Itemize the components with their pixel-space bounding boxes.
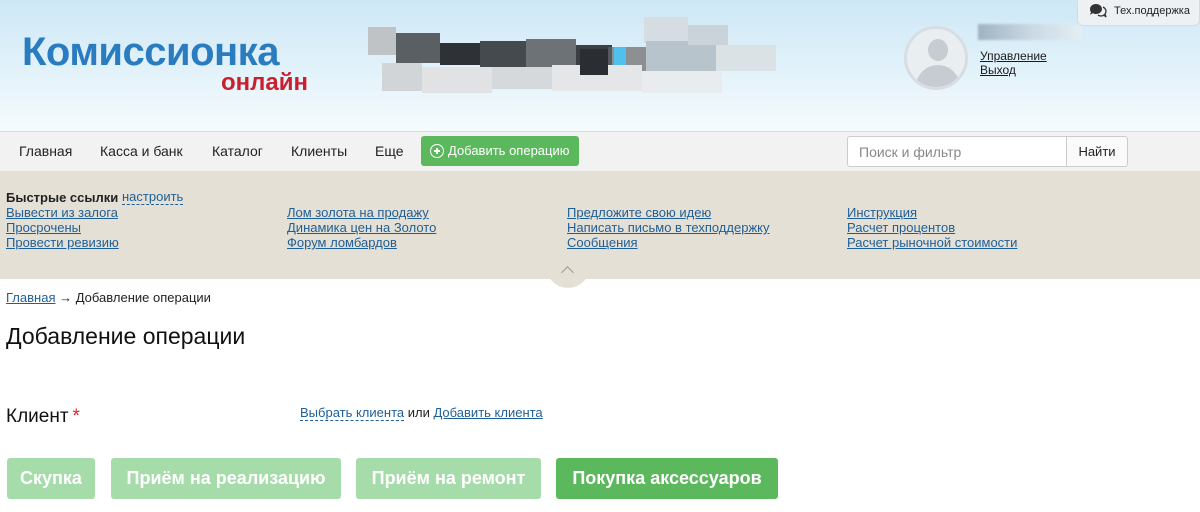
quick-links-panel: Быстрые ссылки настроить Вывести из зало… xyxy=(0,171,1200,279)
breadcrumb: Главная → Добавление операции xyxy=(6,290,211,305)
or-text: или xyxy=(407,405,430,420)
client-label-text: Клиент xyxy=(6,406,69,427)
collapse-quick-links-button[interactable] xyxy=(546,262,590,288)
select-client-link[interactable]: Выбрать клиента xyxy=(300,405,405,421)
search-button[interactable]: Найти xyxy=(1066,136,1128,167)
avatar[interactable] xyxy=(904,26,968,90)
add-operation-label: Добавить операцию xyxy=(448,143,570,158)
client-field-label: Клиент * xyxy=(6,406,80,428)
quick-link[interactable]: Вывести из залога xyxy=(6,205,118,220)
quick-links-configure[interactable]: настроить xyxy=(122,190,184,205)
avatar-body-shape xyxy=(916,65,960,87)
quick-link[interactable]: Просрочены xyxy=(6,220,81,235)
quick-links-title: Быстрые ссылки xyxy=(6,190,119,205)
quick-link[interactable]: Провести ревизию xyxy=(6,235,119,250)
quick-link[interactable]: Расчет рыночной стоимости xyxy=(847,235,1017,250)
main-nav: Главная Касса и банк Каталог Клиенты Еще… xyxy=(0,131,1200,172)
support-button[interactable]: Тех.поддержка xyxy=(1077,0,1200,26)
search-input[interactable] xyxy=(847,136,1067,167)
quick-link[interactable]: Написать письмо в техподдержку xyxy=(567,220,769,235)
add-client-link[interactable]: Добавить клиента xyxy=(433,405,542,420)
redacted-company-name xyxy=(368,17,788,97)
avatar-head-shape xyxy=(928,39,948,61)
quick-link[interactable]: Сообщения xyxy=(567,235,638,250)
header: Комиссионка онлайн Управление Выход Тех.… xyxy=(0,0,1200,131)
add-operation-button[interactable]: Добавить операцию xyxy=(421,136,579,166)
repair-button[interactable]: Приём на ремонт xyxy=(356,458,541,499)
breadcrumb-arrow: → xyxy=(59,290,73,305)
redacted-username xyxy=(978,24,1082,40)
buy-accessories-button[interactable]: Покупка аксессуаров xyxy=(556,458,778,499)
nav-item-clients[interactable]: Клиенты xyxy=(291,143,347,159)
quick-link[interactable]: Предложите свою идею xyxy=(567,205,711,220)
breadcrumb-current: Добавление операции xyxy=(75,290,211,305)
required-mark: * xyxy=(72,406,80,427)
buy-button[interactable]: Скупка xyxy=(7,458,95,499)
plus-circle-icon xyxy=(430,144,444,158)
quick-link[interactable]: Расчет процентов xyxy=(847,220,955,235)
nav-item-catalog[interactable]: Каталог xyxy=(212,143,263,159)
logo-main[interactable]: Комиссионка xyxy=(22,30,279,74)
client-actions: Выбрать клиента или Добавить клиента xyxy=(300,405,543,421)
manage-link[interactable]: Управление xyxy=(980,49,1047,63)
quick-link[interactable]: Лом золота на продажу xyxy=(287,205,429,220)
chat-bubbles-icon xyxy=(1090,4,1107,18)
quick-link[interactable]: Инструкция xyxy=(847,205,917,220)
consignment-button[interactable]: Приём на реализацию xyxy=(111,458,341,499)
breadcrumb-home-link[interactable]: Главная xyxy=(6,290,55,305)
logo-sub[interactable]: онлайн xyxy=(221,69,308,97)
logout-link[interactable]: Выход xyxy=(980,63,1016,77)
nav-item-more[interactable]: Еще xyxy=(375,143,404,159)
quick-link[interactable]: Динамика цен на Золото xyxy=(287,220,436,235)
chevron-up-icon xyxy=(561,266,574,279)
nav-item-home[interactable]: Главная xyxy=(19,143,72,159)
support-label: Тех.поддержка xyxy=(1114,5,1190,17)
quick-link[interactable]: Форум ломбардов xyxy=(287,235,397,250)
nav-item-cash-bank[interactable]: Касса и банк xyxy=(100,143,183,159)
page-title: Добавление операции xyxy=(6,323,246,349)
